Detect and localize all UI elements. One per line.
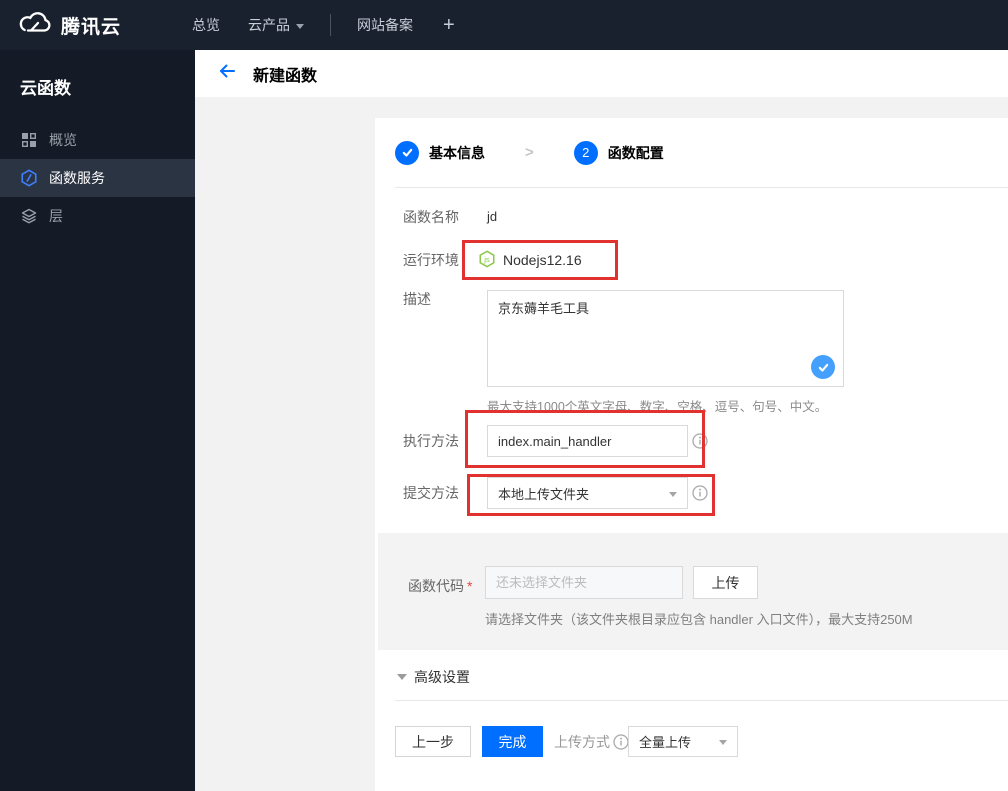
upload-mode-value: 全量上传 (639, 735, 692, 750)
folder-path-input[interactable] (485, 566, 683, 599)
function-hexagon-icon (20, 169, 38, 187)
triangle-down-icon (397, 674, 407, 680)
tencent-cloud-logo[interactable]: 腾讯云 (0, 11, 178, 40)
step-chevron-icon: > (525, 144, 534, 161)
content-area: 基本信息 > 2 函数配置 函数名称 jd 运行环境 js Nodejs12.1… (195, 97, 1008, 791)
topbar-nav: 总览 云产品 网站备案 + (178, 0, 471, 50)
function-name-value: jd (487, 209, 498, 224)
function-code-hint: 请选择文件夹（该文件夹根目录应包含 handler 入口文件），最大支持250M (485, 612, 913, 627)
sidebar-title: 云函数 (20, 79, 71, 98)
cloud-logo-icon (18, 11, 52, 40)
step-number: 2 (573, 140, 598, 165)
sidebar-item-layers[interactable]: 层 (0, 197, 195, 235)
sidebar-item-label: 层 (49, 208, 63, 224)
nav-beian[interactable]: 网站备案 (343, 0, 427, 50)
upload-mode-select[interactable]: 全量上传 (628, 726, 738, 757)
topbar: 腾讯云 总览 云产品 网站备案 + (0, 0, 1008, 50)
finish-button[interactable]: 完成 (482, 726, 543, 757)
add-tab-button[interactable]: + (427, 14, 471, 37)
page-title: 新建函数 (253, 67, 318, 85)
layers-icon (20, 207, 38, 225)
grid-icon (20, 131, 38, 149)
required-asterisk: * (467, 578, 473, 594)
step-basic-info: 基本信息 (395, 140, 485, 165)
step-label: 函数配置 (607, 144, 664, 161)
arrow-left-icon (217, 61, 237, 86)
handler-input[interactable] (487, 425, 688, 457)
handler-label: 执行方法 (403, 433, 459, 449)
description-textarea[interactable]: 京东薅羊毛工具 (487, 290, 844, 387)
brand-name: 腾讯云 (61, 16, 122, 38)
step-label: 基本信息 (429, 144, 485, 161)
step-done-check-icon (395, 140, 419, 165)
sidebar-item-function-service[interactable]: 函数服务 (0, 159, 195, 197)
step-function-config: 2 函数配置 (573, 140, 664, 165)
description-hint: 最大支持1000个英文字母、数字、空格、逗号、句号、中文。 (487, 400, 828, 414)
nav-overview[interactable]: 总览 (178, 0, 234, 50)
function-code-label: 函数代码 * (408, 578, 473, 594)
submit-method-select[interactable]: 本地上传文件夹 (487, 477, 688, 509)
chevron-down-icon (296, 23, 304, 29)
sidebar-item-label: 函数服务 (49, 170, 105, 186)
upload-mode-label: 上传方式 (554, 733, 610, 750)
divider (395, 700, 1008, 701)
chevron-down-icon (719, 740, 727, 745)
runtime-label: 运行环境 (403, 252, 459, 268)
steps-row: 基本信息 > 2 函数配置 (395, 118, 1008, 188)
runtime-value-row: js Nodejs12.16 (478, 248, 582, 272)
upload-mode-row: 上传方式 (554, 726, 629, 757)
runtime-value: Nodejs12.16 (503, 252, 582, 268)
function-name-label: 函数名称 (403, 209, 459, 225)
page-header: 新建函数 (195, 50, 1008, 97)
valid-check-icon (811, 355, 835, 379)
advanced-settings-toggle[interactable]: 高级设置 (397, 667, 470, 687)
create-function-card: 基本信息 > 2 函数配置 函数名称 jd 运行环境 js Nodejs12.1… (375, 118, 1008, 791)
nodejs-icon: js (478, 249, 496, 271)
info-icon[interactable] (692, 433, 708, 449)
sidebar-item-label: 概览 (49, 132, 77, 148)
info-icon[interactable] (692, 485, 708, 501)
submit-method-label: 提交方法 (403, 485, 459, 501)
topbar-divider (330, 14, 331, 36)
upload-button[interactable]: 上传 (693, 566, 758, 599)
description-label: 描述 (403, 291, 431, 307)
sidebar-item-overview[interactable]: 概览 (0, 121, 195, 159)
chevron-down-icon (669, 491, 677, 497)
info-icon[interactable] (613, 733, 629, 750)
svg-text:js: js (483, 255, 490, 264)
submit-method-value: 本地上传文件夹 (498, 486, 590, 502)
nav-products[interactable]: 云产品 (234, 0, 318, 50)
advanced-settings-label: 高级设置 (414, 669, 470, 685)
back-button[interactable] (215, 62, 239, 86)
description-value: 京东薅羊毛工具 (498, 301, 590, 316)
function-code-section: 函数代码* 上传 请选择文件夹（该文件夹根目录应包含 handler 入口文件）… (378, 533, 1008, 650)
previous-step-button[interactable]: 上一步 (395, 726, 471, 757)
sidebar: 云函数 概览 函数服务 层 (0, 50, 195, 791)
